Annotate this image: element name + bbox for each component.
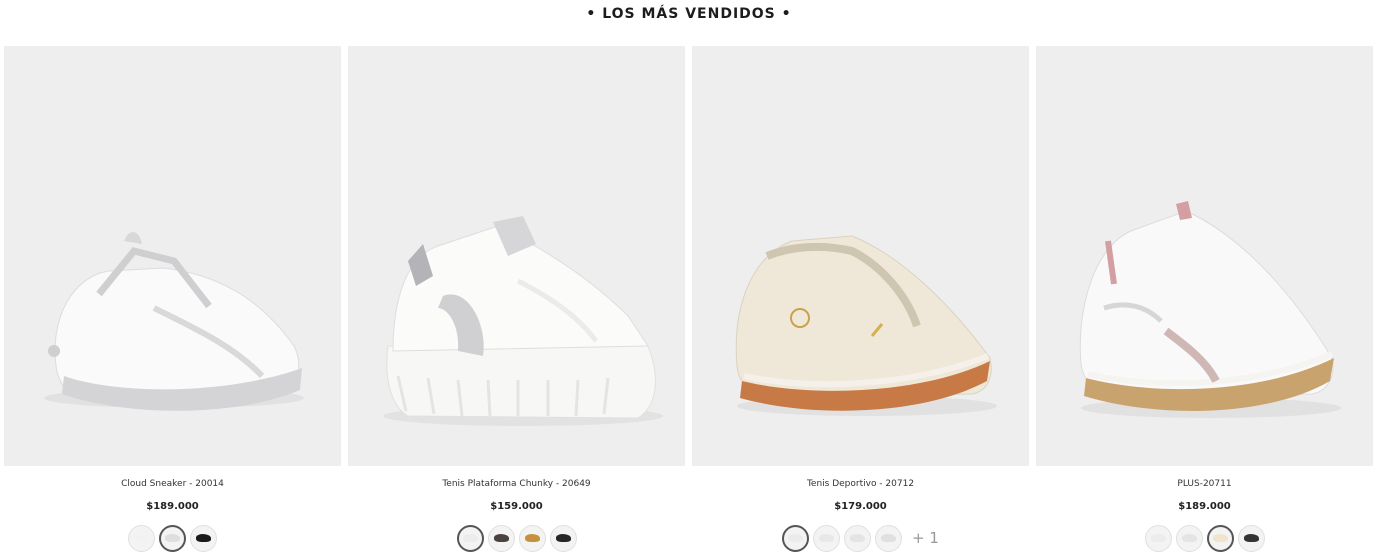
color-swatches xyxy=(1036,524,1373,552)
product-image[interactable] xyxy=(348,46,685,466)
color-swatch[interactable] xyxy=(190,524,217,552)
product-image[interactable] xyxy=(1036,46,1373,466)
color-swatch[interactable] xyxy=(782,524,810,552)
product-grid: Cloud Sneaker - 20014 $189.000 Tenis Pla… xyxy=(4,46,1374,560)
product-price: $159.000 xyxy=(490,501,543,512)
product-image[interactable] xyxy=(4,46,341,466)
color-swatch[interactable] xyxy=(813,524,841,552)
color-swatch[interactable] xyxy=(1237,524,1265,552)
color-swatch[interactable] xyxy=(1144,524,1172,552)
product-image[interactable] xyxy=(692,46,1029,466)
color-swatch[interactable] xyxy=(844,524,872,552)
color-swatch[interactable] xyxy=(487,524,515,552)
product-card[interactable]: Tenis Plataforma Chunky - 20649 $159.000 xyxy=(348,46,685,560)
product-card[interactable]: PLUS-20711 $189.000 xyxy=(1036,46,1373,560)
section-title: • LOS MÁS VENDIDOS • xyxy=(586,6,792,22)
product-name[interactable]: PLUS-20711 xyxy=(1036,479,1373,489)
swatch-thumbnail-icon xyxy=(493,534,509,542)
swatch-thumbnail-icon xyxy=(165,534,180,542)
swatch-thumbnail-icon xyxy=(850,534,866,542)
product-name[interactable]: Tenis Plataforma Chunky - 20649 xyxy=(348,479,685,489)
swatch-thumbnail-icon xyxy=(555,534,571,542)
color-swatch[interactable] xyxy=(875,524,903,552)
swatch-thumbnail-icon xyxy=(788,534,804,542)
color-swatch[interactable] xyxy=(159,524,186,552)
product-price: $189.000 xyxy=(146,501,199,512)
color-swatches xyxy=(348,524,685,552)
swatch-thumbnail-icon xyxy=(1243,534,1259,542)
swatch-thumbnail-icon xyxy=(134,534,149,542)
swatch-thumbnail-icon xyxy=(462,534,478,542)
sneaker-image-deportivo xyxy=(735,235,997,416)
product-price: $179.000 xyxy=(834,501,887,512)
swatch-thumbnail-icon xyxy=(524,534,540,542)
swatch-thumbnail-icon xyxy=(881,534,897,542)
color-swatch[interactable] xyxy=(549,524,577,552)
product-price: $189.000 xyxy=(1178,501,1231,512)
sneaker-image-chunky xyxy=(383,216,663,426)
color-swatch[interactable] xyxy=(518,524,546,552)
product-name[interactable]: Cloud Sneaker - 20014 xyxy=(4,479,341,489)
swatch-thumbnail-icon xyxy=(1212,534,1228,542)
sneaker-image-cloud xyxy=(44,231,304,411)
more-colors-link[interactable]: + 1 xyxy=(912,529,939,547)
swatch-thumbnail-icon xyxy=(1150,534,1166,542)
color-swatch[interactable] xyxy=(128,524,155,552)
product-card[interactable]: Tenis Deportivo - 20712 $179.000 + 1 xyxy=(692,46,1029,560)
color-swatch[interactable] xyxy=(1206,524,1234,552)
sneaker-image-plus xyxy=(1079,201,1341,418)
swatch-thumbnail-icon xyxy=(819,534,835,542)
product-name[interactable]: Tenis Deportivo - 20712 xyxy=(692,479,1029,489)
color-swatches: + 1 xyxy=(692,524,1029,552)
color-swatch[interactable] xyxy=(456,524,484,552)
color-swatch[interactable] xyxy=(1175,524,1203,552)
swatch-thumbnail-icon xyxy=(196,534,211,542)
color-swatches xyxy=(4,524,341,552)
swatch-thumbnail-icon xyxy=(1181,534,1197,542)
product-card[interactable]: Cloud Sneaker - 20014 $189.000 xyxy=(4,46,341,560)
